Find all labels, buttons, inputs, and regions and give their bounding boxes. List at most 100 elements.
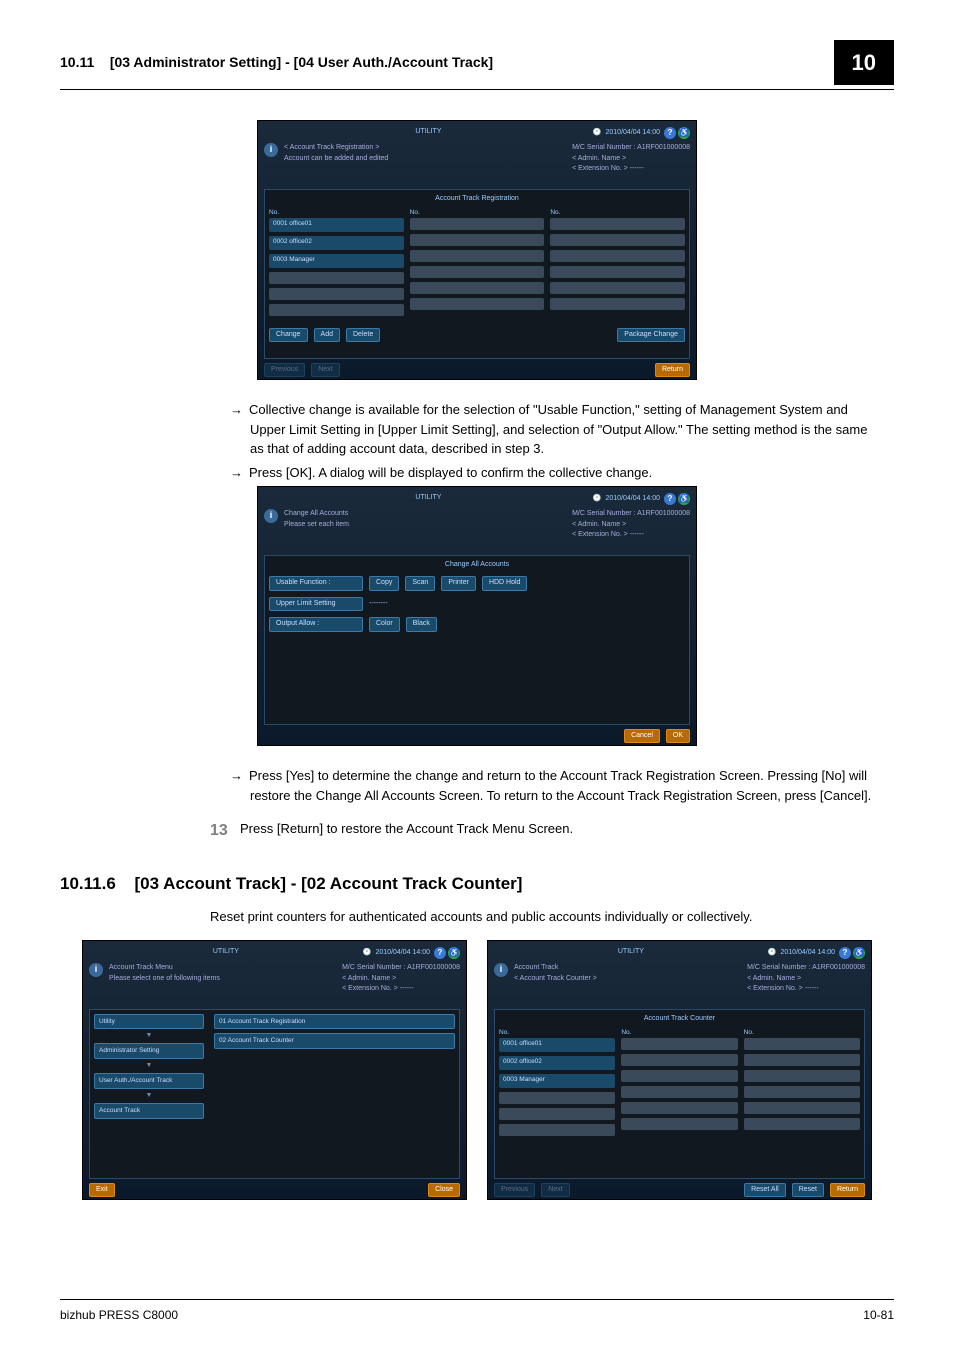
printer-toggle[interactable]: Printer (441, 576, 476, 591)
account-entry[interactable]: 0001 office01 (269, 218, 404, 232)
account-entry-empty (744, 1070, 860, 1082)
serial-label: M/C Serial Number : (342, 964, 405, 971)
accessibility-icon[interactable]: ♿ (448, 947, 460, 959)
product-name: bizhub PRESS C8000 (60, 1306, 178, 1324)
account-entry-empty (499, 1124, 615, 1136)
serial-label: M/C Serial Number : (572, 510, 635, 517)
accessibility-icon[interactable]: ♿ (853, 947, 865, 959)
admin-name-label: < Admin. Name > (342, 974, 460, 985)
chevron-down-icon: ▼ (94, 1093, 204, 1099)
account-entry-empty (621, 1038, 737, 1050)
panel-info-line1: Account Track (514, 963, 741, 974)
account-entry-empty (269, 288, 404, 300)
account-entry[interactable]: 0003 Manager (269, 254, 404, 268)
return-button[interactable]: Return (655, 363, 690, 378)
clock-icon: 🕐 (593, 494, 602, 505)
panel-info-line2: < Account Track Counter > (514, 974, 741, 985)
account-entry[interactable]: 0003 Manager (499, 1074, 615, 1088)
breadcrumb-admin-setting[interactable]: Administrator Setting (94, 1043, 204, 1059)
serial-label: M/C Serial Number : (572, 144, 635, 151)
black-toggle[interactable]: Black (406, 617, 437, 632)
serial-value: A1RF001000008 (637, 510, 690, 517)
account-entry[interactable]: 0002 office02 (269, 236, 404, 250)
account-entry-empty (499, 1092, 615, 1104)
close-button[interactable]: Close (428, 1183, 460, 1198)
help-icon[interactable]: ? (664, 127, 676, 139)
account-entry-empty (410, 298, 545, 310)
admin-name-label: < Admin. Name > (572, 520, 690, 531)
copy-toggle[interactable]: Copy (369, 576, 399, 591)
package-change-button[interactable]: Package Change (617, 328, 685, 343)
inner-panel-title: Change All Accounts (269, 560, 685, 571)
account-track-menu-panel: UTILITY 🕐 2010/04/04 14:00 ? ♿ i Account… (82, 940, 467, 1200)
account-entry-empty (621, 1118, 737, 1130)
extension-value: ------ (805, 985, 819, 992)
page-header: 10.11 [03 Administrator Setting] - [04 U… (60, 52, 493, 73)
scan-toggle[interactable]: Scan (405, 576, 435, 591)
info-icon: i (264, 509, 278, 523)
utility-label: UTILITY (89, 947, 363, 959)
help-icon[interactable]: ? (839, 947, 851, 959)
menu-account-track-counter[interactable]: 02 Account Track Counter (214, 1033, 455, 1049)
subsection-heading: 10.11.6 [03 Account Track] - [02 Account… (60, 871, 894, 897)
previous-button[interactable]: Previous (494, 1183, 535, 1198)
account-entry-empty (499, 1108, 615, 1120)
exit-button[interactable]: Exit (89, 1183, 115, 1198)
instruction-text: Press [OK]. A dialog will be displayed t… (250, 463, 874, 483)
hdd-hold-toggle[interactable]: HDD Hold (482, 576, 528, 591)
ok-button[interactable]: OK (666, 729, 690, 744)
extension-value: ------ (630, 165, 644, 172)
account-entry[interactable]: 0001 office01 (499, 1038, 615, 1052)
account-entry-empty (744, 1054, 860, 1066)
upper-limit-setting-button[interactable]: Upper Limit Setting (269, 597, 363, 612)
extension-value: ------ (630, 531, 644, 538)
return-button[interactable]: Return (830, 1183, 865, 1198)
account-entry-empty (621, 1070, 737, 1082)
subsection-title: [03 Account Track] - [02 Account Track C… (135, 874, 523, 893)
section-title: [03 Administrator Setting] - [04 User Au… (110, 54, 493, 70)
panel-info-line2: Please select one of following items (109, 974, 336, 985)
account-entry-empty (410, 250, 545, 262)
color-toggle[interactable]: Color (369, 617, 400, 632)
reset-all-button[interactable]: Reset All (744, 1183, 786, 1198)
breadcrumb-utility[interactable]: Utility (94, 1014, 204, 1030)
account-entry-empty (410, 282, 545, 294)
column-header: No. (744, 1028, 860, 1038)
serial-value: A1RF001000008 (407, 964, 460, 971)
accessibility-icon[interactable]: ♿ (678, 127, 690, 139)
next-button[interactable]: Next (541, 1183, 569, 1198)
account-track-counter-panel: UTILITY 🕐 2010/04/04 14:00 ? ♿ i Account… (487, 940, 872, 1200)
extension-label: < Extension No. > (572, 165, 628, 172)
datetime: 2010/04/04 14:00 (606, 494, 661, 505)
datetime: 2010/04/04 14:00 (606, 128, 661, 139)
panel-info-line2: Account can be added and edited (284, 154, 566, 165)
help-icon[interactable]: ? (434, 947, 446, 959)
info-icon: i (89, 963, 103, 977)
step-text: Press [Return] to restore the Account Tr… (240, 819, 573, 839)
breadcrumb-user-auth[interactable]: User Auth./Account Track (94, 1073, 204, 1089)
account-entry-empty (269, 272, 404, 284)
extension-label: < Extension No. > (572, 531, 628, 538)
breadcrumb-account-track[interactable]: Account Track (94, 1103, 204, 1119)
chevron-down-icon: ▼ (94, 1033, 204, 1039)
serial-value: A1RF001000008 (812, 964, 865, 971)
reset-button[interactable]: Reset (792, 1183, 824, 1198)
subsection-number: 10.11.6 (60, 871, 116, 897)
cancel-button[interactable]: Cancel (624, 729, 660, 744)
delete-button[interactable]: Delete (346, 328, 380, 343)
upper-limit-value: -------- (369, 599, 388, 610)
account-entry-empty (269, 304, 404, 316)
account-entry-empty (744, 1102, 860, 1114)
account-entry[interactable]: 0002 office02 (499, 1056, 615, 1070)
help-icon[interactable]: ? (664, 493, 676, 505)
clock-icon: 🕐 (768, 948, 777, 959)
info-icon: i (264, 143, 278, 157)
next-button[interactable]: Next (311, 363, 339, 378)
change-all-accounts-panel: UTILITY 🕐 2010/04/04 14:00 ? ♿ i Change … (257, 486, 697, 746)
previous-button[interactable]: Previous (264, 363, 305, 378)
accessibility-icon[interactable]: ♿ (678, 493, 690, 505)
change-button[interactable]: Change (269, 328, 308, 343)
menu-account-track-registration[interactable]: 01 Account Track Registration (214, 1014, 455, 1030)
add-button[interactable]: Add (314, 328, 340, 343)
account-entry-empty (550, 218, 685, 230)
